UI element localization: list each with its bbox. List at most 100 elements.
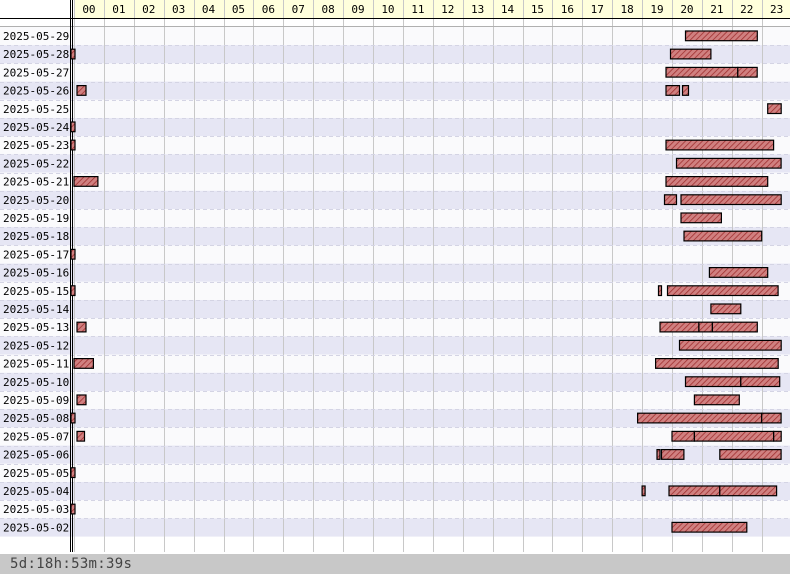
duration-bar[interactable] <box>70 503 76 515</box>
hour-label-10: 10 <box>381 3 394 16</box>
duration-bar[interactable] <box>76 394 87 406</box>
hour-label-15: 15 <box>531 3 544 16</box>
duration-bar[interactable] <box>665 139 775 151</box>
duration-bar[interactable] <box>767 103 782 115</box>
date-label-2025-05-23: 2025-05-23 <box>3 139 69 152</box>
hour-label-13: 13 <box>471 3 484 16</box>
duration-bar[interactable] <box>73 358 94 369</box>
duration-bar[interactable] <box>76 430 86 442</box>
hour-label-16: 16 <box>561 3 574 16</box>
duration-bar[interactable] <box>70 48 76 60</box>
duration-bar[interactable] <box>708 267 769 278</box>
row-band-2025-05-03 <box>0 500 790 519</box>
duration-bar[interactable] <box>660 449 685 460</box>
row-band-2025-05-14 <box>0 300 790 319</box>
date-label-2025-05-25: 2025-05-25 <box>3 103 69 116</box>
date-label-2025-05-03: 2025-05-03 <box>3 503 69 516</box>
hour-label-09: 09 <box>351 3 364 16</box>
date-label-2025-05-18: 2025-05-18 <box>3 230 69 243</box>
date-label-2025-05-14: 2025-05-14 <box>3 303 70 316</box>
duration-bar[interactable] <box>681 84 690 96</box>
duration-bar[interactable] <box>678 339 782 351</box>
hour-label-01: 01 <box>112 3 125 16</box>
duration-bar[interactable] <box>636 412 763 424</box>
hour-label-14: 14 <box>501 3 515 16</box>
timeline-chart-view: 00 01 02 03 04 05 06 07 08 09 10 11 12 13 14 15 16 17 18 19… <box>0 0 790 574</box>
duration-bar[interactable] <box>663 194 678 206</box>
row-band-2025-05-24 <box>0 118 790 137</box>
row-band-2025-05-16 <box>0 263 790 282</box>
date-label-2025-05-06: 2025-05-06 <box>3 449 69 462</box>
duration-bar[interactable] <box>668 485 721 497</box>
date-label-2025-05-22: 2025-05-22 <box>3 157 69 170</box>
date-label-2025-05-10: 2025-05-10 <box>3 376 69 389</box>
duration-bar[interactable] <box>773 430 782 442</box>
duration-bar[interactable] <box>76 321 87 333</box>
duration-bar[interactable] <box>693 430 775 442</box>
row-band-2025-05-17 <box>0 245 790 264</box>
duration-bar[interactable] <box>76 84 87 96</box>
date-label-2025-05-15: 2025-05-15 <box>3 285 69 298</box>
date-label-2025-05-29: 2025-05-29 <box>3 30 69 43</box>
duration-bar[interactable] <box>761 412 782 424</box>
duration-bar[interactable] <box>70 467 76 479</box>
duration-bar[interactable] <box>719 485 778 497</box>
date-label-2025-05-17: 2025-05-17 <box>3 248 69 261</box>
duration-bar[interactable] <box>671 521 748 533</box>
duration-bar[interactable] <box>684 376 742 388</box>
duration-bar[interactable] <box>654 358 779 369</box>
timeline-chart: 00 01 02 03 04 05 06 07 08 09 10 11 12 13 14 15 16 17 18 19… <box>0 0 790 552</box>
duration-bar[interactable] <box>73 176 99 187</box>
duration-bar[interactable] <box>70 139 76 151</box>
date-label-2025-05-19: 2025-05-19 <box>3 212 69 225</box>
duration-bar[interactable] <box>719 449 782 460</box>
duration-bar[interactable] <box>70 121 76 133</box>
duration-bar[interactable] <box>711 321 758 333</box>
duration-bar[interactable] <box>666 285 779 297</box>
row-band-2025-05-18 <box>0 227 790 246</box>
date-label-2025-05-05: 2025-05-05 <box>3 467 69 480</box>
date-label-2025-05-26: 2025-05-26 <box>3 85 69 98</box>
duration-bar[interactable] <box>680 212 723 224</box>
duration-bar[interactable] <box>665 176 769 187</box>
duration-bar[interactable] <box>70 248 76 260</box>
duration-bar[interactable] <box>669 48 712 60</box>
duration-bar[interactable] <box>693 394 740 406</box>
hour-label-08: 08 <box>322 3 335 16</box>
date-label-2025-05-02: 2025-05-02 <box>3 521 69 534</box>
duration-bar[interactable] <box>656 449 661 460</box>
duration-bar[interactable] <box>737 66 758 78</box>
duration-bar[interactable] <box>659 321 700 333</box>
duration-bar[interactable] <box>671 430 695 442</box>
date-label-2025-05-12: 2025-05-12 <box>3 339 69 352</box>
hour-label-18: 18 <box>621 3 634 16</box>
duration-bar[interactable] <box>665 84 681 96</box>
date-label-2025-05-08: 2025-05-08 <box>3 412 69 425</box>
duration-bar[interactable] <box>740 376 781 388</box>
hour-label-05: 05 <box>232 3 245 16</box>
date-label-2025-05-27: 2025-05-27 <box>3 66 69 79</box>
row-band-2025-05-25 <box>0 99 790 118</box>
date-label-2025-05-28: 2025-05-28 <box>3 48 69 61</box>
date-label-2025-05-16: 2025-05-16 <box>3 267 69 280</box>
duration-bar[interactable] <box>70 285 76 297</box>
duration-bar[interactable] <box>675 157 782 169</box>
total-duration-label: 5d:18h:53m:39s <box>10 556 133 572</box>
row-band-2025-05-19 <box>0 209 790 228</box>
duration-bar[interactable] <box>710 303 742 315</box>
date-label-2025-05-07: 2025-05-07 <box>3 430 69 443</box>
duration-bar[interactable] <box>641 485 646 497</box>
row-band-2025-05-09 <box>0 391 790 410</box>
date-label-2025-05-24: 2025-05-24 <box>3 121 70 134</box>
duration-bar[interactable] <box>698 321 714 333</box>
hour-label-07: 07 <box>292 3 305 16</box>
date-label-2025-05-11: 2025-05-11 <box>3 358 69 371</box>
duration-bar[interactable] <box>680 194 782 206</box>
hour-label-12: 12 <box>441 3 454 16</box>
date-label-2025-05-04: 2025-05-04 <box>3 485 70 498</box>
duration-bar[interactable] <box>657 285 663 297</box>
duration-bar[interactable] <box>70 412 76 424</box>
duration-bar[interactable] <box>665 66 739 78</box>
duration-bar[interactable] <box>684 30 758 42</box>
duration-bar[interactable] <box>683 230 763 242</box>
